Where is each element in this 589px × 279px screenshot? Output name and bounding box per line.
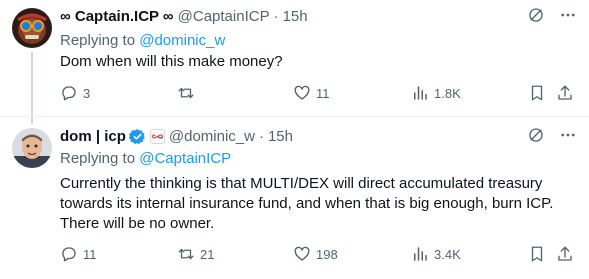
grok-icon[interactable] <box>527 126 545 144</box>
retweet-count: 21 <box>200 246 215 262</box>
grok-icon[interactable] <box>527 6 545 24</box>
timestamp[interactable]: 15h <box>268 128 293 145</box>
reply-button[interactable]: 3 <box>60 84 90 102</box>
action-bar: 11 21 198 3.4K <box>60 245 577 265</box>
avatar-dominic[interactable] <box>12 128 52 168</box>
bookmark-icon <box>531 246 543 262</box>
divider <box>0 116 589 117</box>
reply-icon <box>62 247 76 262</box>
infinity-icon <box>151 133 163 139</box>
action-bar: 3 11 1.8K <box>60 84 577 104</box>
like-count: 11 <box>316 85 330 101</box>
reply-button[interactable]: 11 <box>60 245 97 263</box>
tweet-text: Currently the thinking is that MULTI/DEX… <box>60 175 554 232</box>
verified-badge-icon <box>128 128 146 145</box>
avatar-captainicp[interactable] <box>12 8 52 48</box>
share-icon <box>558 85 572 100</box>
tweet-dominic[interactable]: dom | icp @dominic_w · 15h Replying to @… <box>0 118 589 279</box>
affiliation-badge[interactable] <box>149 128 165 144</box>
separator: · <box>258 127 264 145</box>
display-name[interactable]: dom | icp <box>60 128 126 145</box>
views-icon <box>414 247 427 261</box>
header-actions <box>527 126 577 144</box>
timestamp[interactable]: 15h <box>283 8 308 25</box>
views-button[interactable]: 1.8K <box>411 84 461 102</box>
views-button[interactable]: 3.4K <box>411 245 461 263</box>
replying-to-link[interactable]: @dominic_w <box>139 32 225 49</box>
like-button[interactable]: 198 <box>293 245 338 263</box>
reply-icon <box>62 86 76 101</box>
handle[interactable]: @dominic_w <box>169 128 255 145</box>
replying-prefix: Replying to <box>60 150 136 167</box>
tweet-captainicp[interactable]: ∞ Captain.ICP ∞ @CaptainICP · 15h Replyi… <box>0 0 589 124</box>
retweet-button[interactable]: 21 <box>177 245 214 263</box>
bookmark-icon <box>531 85 543 101</box>
bookmark-button[interactable] <box>528 84 546 102</box>
share-button[interactable] <box>556 84 574 102</box>
thread-line <box>31 52 33 124</box>
retweet-icon <box>178 248 194 260</box>
view-count: 1.8K <box>434 85 461 101</box>
separator: · <box>273 7 279 25</box>
replying-to: Replying to @dominic_w <box>60 32 225 49</box>
tweet-header: dom | icp @dominic_w · 15h <box>60 126 577 146</box>
handle[interactable]: @CaptainICP <box>178 8 270 25</box>
avatar-image <box>12 8 52 48</box>
more-icon[interactable] <box>559 6 577 24</box>
share-button[interactable] <box>556 245 574 263</box>
replying-prefix: Replying to <box>60 32 136 49</box>
replying-to: Replying to @CaptainICP <box>60 150 231 167</box>
replying-to-link[interactable]: @CaptainICP <box>139 150 231 167</box>
display-name[interactable]: ∞ Captain.ICP ∞ <box>60 8 174 25</box>
like-count: 198 <box>316 246 338 262</box>
header-actions <box>527 6 577 24</box>
retweet-button[interactable] <box>177 84 200 102</box>
view-count: 3.4K <box>434 246 461 262</box>
retweet-icon <box>178 87 194 99</box>
share-icon <box>558 246 572 261</box>
bookmark-button[interactable] <box>528 245 546 263</box>
views-icon <box>414 86 427 100</box>
heart-icon <box>294 246 310 261</box>
tweet-text: Dom when will this make money? <box>60 53 283 70</box>
more-icon[interactable] <box>559 126 577 144</box>
heart-icon <box>294 85 310 100</box>
tweet-header: ∞ Captain.ICP ∞ @CaptainICP · 15h <box>60 6 577 26</box>
reply-count: 3 <box>83 85 91 101</box>
reply-count: 11 <box>83 246 97 262</box>
avatar-image <box>12 128 52 168</box>
like-button[interactable]: 11 <box>293 84 330 102</box>
